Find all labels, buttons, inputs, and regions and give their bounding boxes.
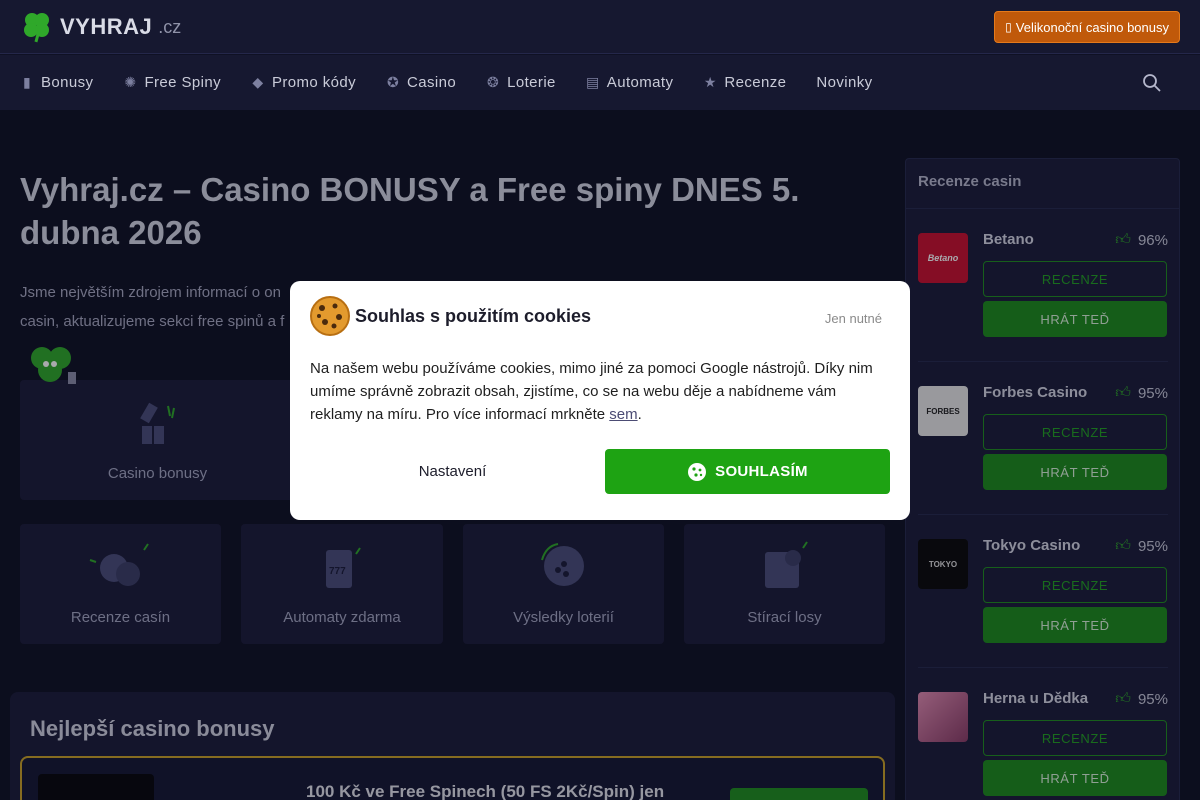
- cookie-dialog-title: Souhlas s použitím cookies: [355, 306, 592, 326]
- cookie-icon: [310, 296, 350, 336]
- search-icon[interactable]: [1142, 73, 1162, 93]
- brand-tld: .cz: [158, 16, 182, 37]
- nav-casino[interactable]: ✪ Casino: [386, 74, 456, 91]
- nav-label: Bonusy: [41, 74, 94, 91]
- ticket-icon: ◆: [252, 74, 264, 90]
- cookie-icon: [688, 462, 707, 481]
- cookie-settings-button[interactable]: Nastavení: [310, 449, 595, 494]
- nav-label: Free Spiny: [144, 74, 221, 91]
- nav-loterie[interactable]: ❂ Loterie: [486, 74, 556, 91]
- nav-label: Loterie: [507, 74, 556, 91]
- cookie-agree-button[interactable]: SOUHLASÍM: [605, 449, 890, 494]
- nav-promo-kody[interactable]: ◆ Promo kódy: [251, 74, 356, 91]
- gift-icon: ▮: [22, 74, 32, 90]
- spin-wheel-icon: ✺: [124, 74, 137, 90]
- brand-name: VYHRAJ: [60, 14, 153, 39]
- cookie-consent-dialog: Souhlas s použitím cookies Jen nutné Na …: [290, 281, 910, 520]
- nav-novinky[interactable]: Novinky: [816, 74, 872, 91]
- chip-icon: ✪: [386, 74, 400, 90]
- nav-recenze[interactable]: ★ Recenze: [703, 74, 786, 91]
- top-header: VYHRAJ .cz ▯ Velikonoční casino bonusy: [0, 0, 1200, 54]
- slot-machine-icon: ▤: [585, 74, 600, 90]
- star-icon: ★: [703, 74, 717, 90]
- nav-label: Novinky: [816, 74, 873, 91]
- cookie-text-body: Na našem webu používáme cookies, mimo ji…: [310, 360, 873, 423]
- site-logo[interactable]: VYHRAJ .cz: [20, 10, 181, 44]
- nav-label: Promo kódy: [271, 74, 357, 91]
- easter-bonus-button[interactable]: ▯ Velikonoční casino bonusy: [994, 11, 1180, 43]
- more-info-link[interactable]: sem: [609, 406, 637, 423]
- nav-label: Automaty: [606, 74, 674, 91]
- nav-label: Recenze: [724, 74, 787, 91]
- main-nav: ▮ Bonusy ✺ Free Spiny ◆ Promo kódy ✪ Casino …: [0, 55, 1200, 110]
- cookie-dialog-text: Na našem webu používáme cookies, mimo ji…: [310, 357, 890, 426]
- necessary-only-link[interactable]: Jen nutné: [825, 311, 882, 326]
- cookie-agree-label: SOUHLASÍM: [715, 463, 808, 480]
- nav-automaty[interactable]: ▤ Automaty: [586, 74, 674, 91]
- easter-bonus-label: Velikonoční casino bonusy: [1015, 19, 1169, 35]
- clover-icon: [24, 13, 49, 43]
- lottery-icon: ❂: [487, 74, 500, 90]
- cookie-text-end: .: [637, 406, 642, 423]
- gift-icon: ▯: [1005, 20, 1012, 34]
- nav-label: Casino: [407, 74, 457, 91]
- nav-free-spiny[interactable]: ✺ Free Spiny: [123, 74, 221, 91]
- nav-bonusy[interactable]: ▮ Bonusy: [20, 74, 93, 91]
